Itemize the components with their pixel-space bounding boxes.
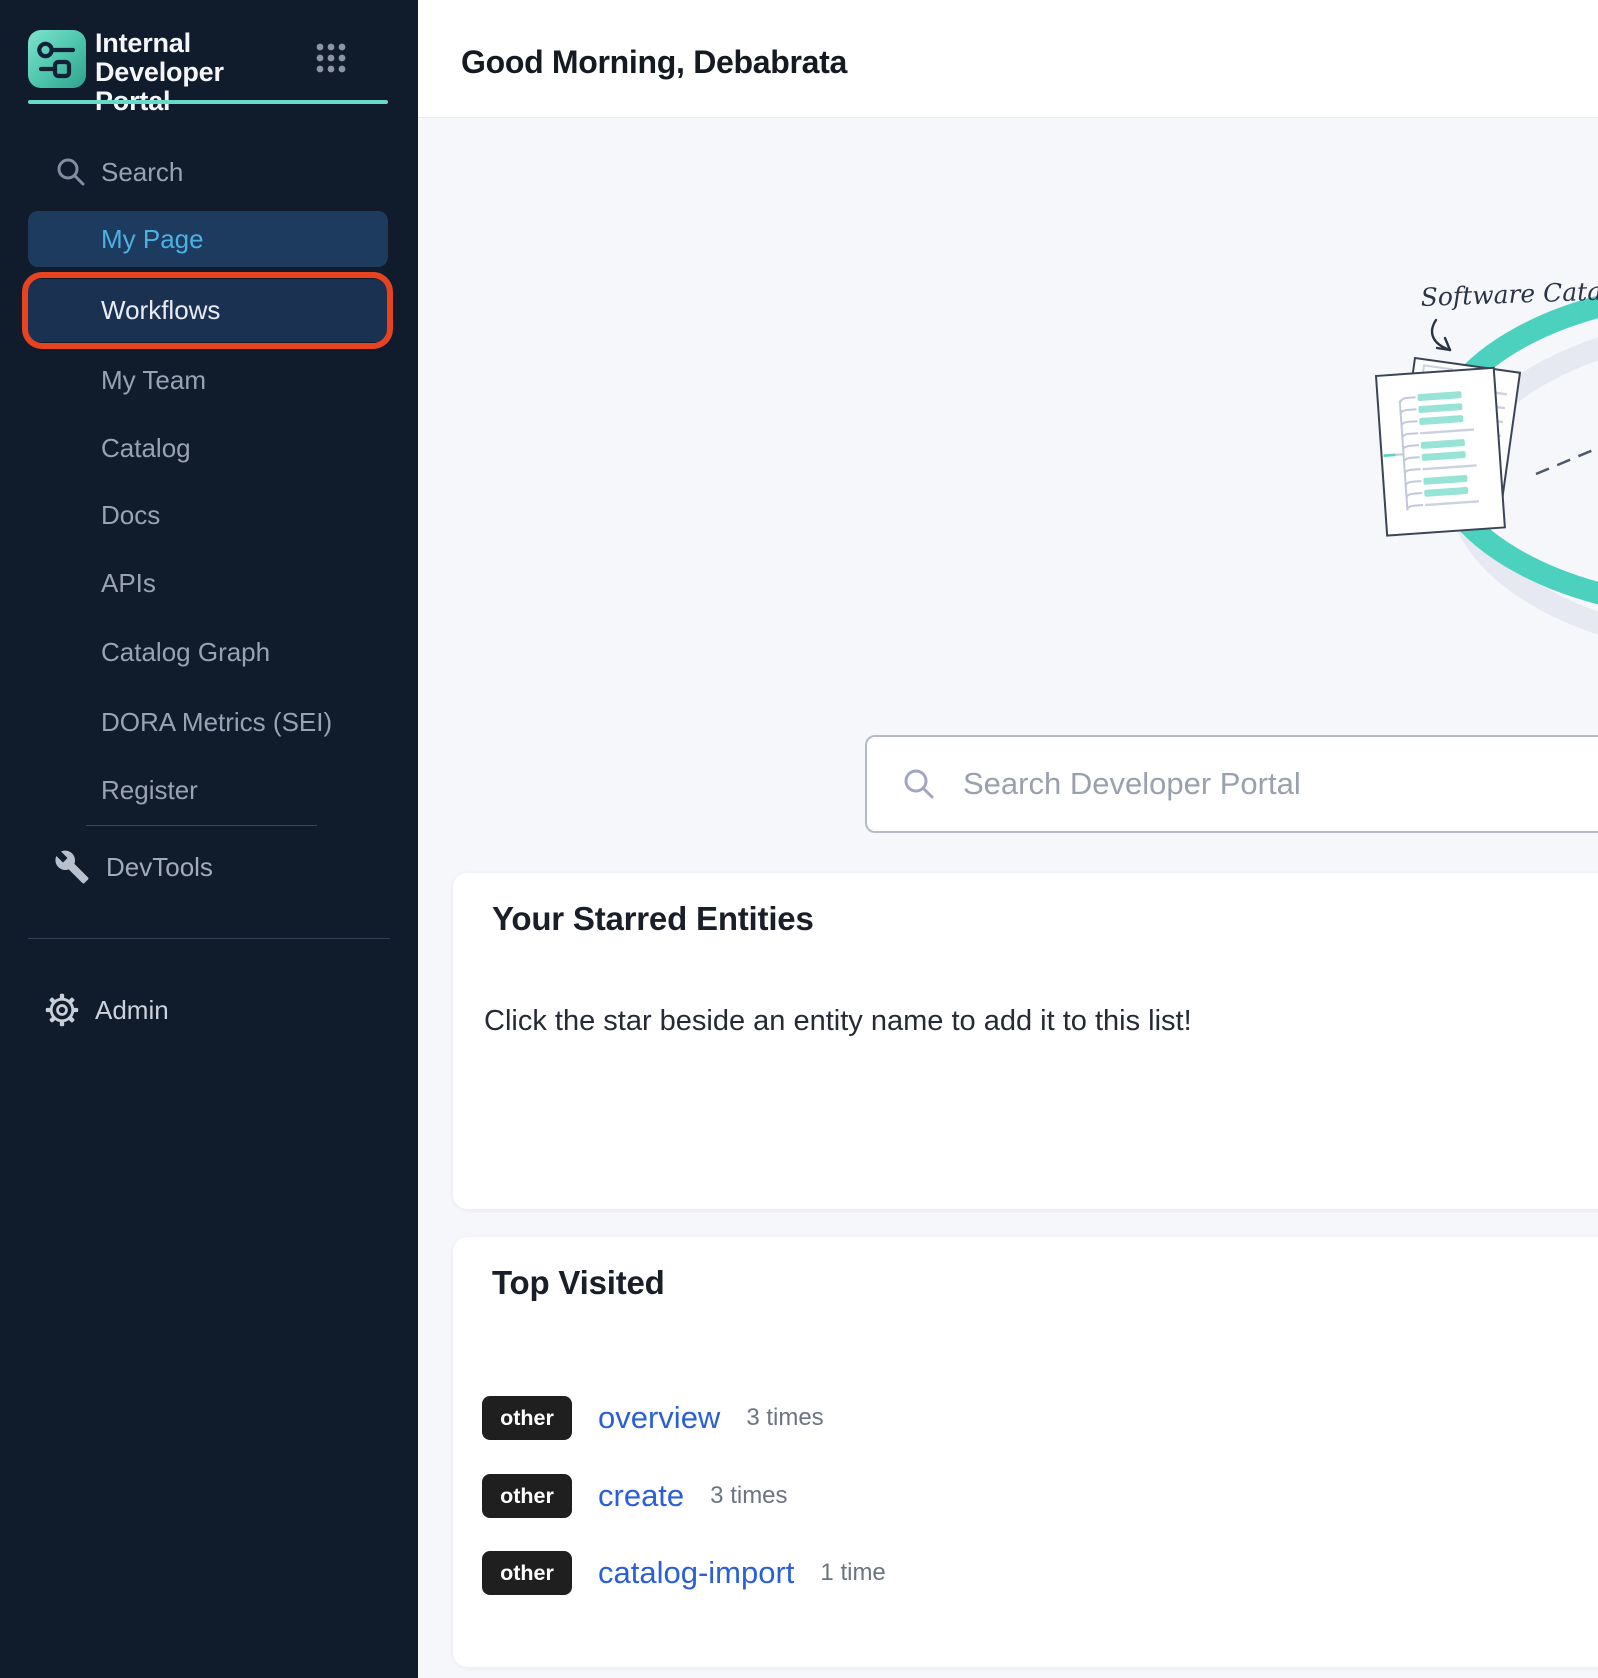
search-icon xyxy=(54,155,88,189)
sidebar-item-search[interactable]: Search xyxy=(28,144,388,200)
dashed-connector xyxy=(1536,448,1598,474)
sidebar-item-catalog[interactable]: Catalog xyxy=(28,420,388,476)
sidebar-item-label: Workflows xyxy=(101,295,220,326)
top-visited-title: Top Visited xyxy=(492,1264,665,1302)
sidebar-item-devtools[interactable]: DevTools xyxy=(28,839,388,895)
sidebar-item-dora-metrics[interactable]: DORA Metrics (SEI) xyxy=(28,694,388,750)
teal-ring xyxy=(1435,290,1598,610)
sidebar-item-label: Catalog Graph xyxy=(101,637,270,668)
starred-entities-empty-message: Click the star beside an entity name to … xyxy=(484,1005,1192,1038)
visit-count: 3 times xyxy=(710,1482,787,1510)
sidebar-item-my-team[interactable]: My Team xyxy=(28,352,388,408)
starred-entities-card: Your Starred Entities Click the star bes… xyxy=(453,873,1598,1209)
visit-count: 3 times xyxy=(746,1404,823,1432)
app-logo[interactable] xyxy=(28,30,86,88)
visit-count: 1 time xyxy=(820,1559,885,1587)
starred-entities-title: Your Starred Entities xyxy=(492,900,814,938)
sidebar-section-divider xyxy=(28,938,390,939)
top-visited-row: other catalog-import 1 time xyxy=(482,1551,886,1595)
sidebar-item-label: DevTools xyxy=(106,852,213,883)
app-title-line1: Internal Developer xyxy=(95,29,315,87)
search-icon xyxy=(901,766,937,802)
sidebar-item-admin[interactable]: Admin xyxy=(28,982,388,1038)
sidebar-divider xyxy=(86,825,317,826)
sidebar-item-my-page[interactable]: My Page xyxy=(28,211,388,267)
kind-badge: other xyxy=(482,1396,572,1440)
sidebar: Internal Developer Portal Search My Page… xyxy=(0,0,418,1678)
arrow-icon xyxy=(1432,320,1450,350)
sidebar-accent-rule xyxy=(28,100,388,104)
kind-badge: other xyxy=(482,1551,572,1595)
top-visited-row: other create 3 times xyxy=(482,1474,788,1518)
illustration-caption: Software Catalog xyxy=(1420,275,1598,312)
entity-link-overview[interactable]: overview xyxy=(598,1400,720,1436)
wrench-icon xyxy=(54,849,90,885)
software-catalog-illustration: Software Catalog xyxy=(418,118,1598,818)
sidebar-item-workflows[interactable]: Workflows xyxy=(28,279,388,342)
sidebar-item-label: My Team xyxy=(101,365,206,396)
sidebar-item-label: Catalog xyxy=(101,433,191,464)
sidebar-item-label: Register xyxy=(101,775,198,806)
sidebar-item-register[interactable]: Register xyxy=(28,762,388,818)
greeting-title: Good Morning, Debabrata xyxy=(461,44,847,81)
toggles-logo-icon xyxy=(28,30,86,88)
sidebar-item-label: Search xyxy=(101,157,183,188)
top-visited-row: other overview 3 times xyxy=(482,1396,824,1440)
portal-search xyxy=(865,735,1598,833)
catalog-paper-front xyxy=(1376,368,1505,536)
top-visited-card: Top Visited other overview 3 times other… xyxy=(453,1237,1598,1667)
page-header: Good Morning, Debabrata xyxy=(418,0,1598,118)
sidebar-item-label: My Page xyxy=(101,224,204,255)
sidebar-item-apis[interactable]: APIs xyxy=(28,555,388,611)
entity-link-catalog-import[interactable]: catalog-import xyxy=(598,1555,794,1591)
main-content: Software Catalog xyxy=(418,118,1598,1678)
kind-badge: other xyxy=(482,1474,572,1518)
sidebar-item-label: Admin xyxy=(95,995,169,1026)
ring-shadow xyxy=(1458,324,1598,648)
portal-search-input[interactable] xyxy=(961,765,1525,803)
apps-grid-icon[interactable] xyxy=(316,43,346,73)
sidebar-item-catalog-graph[interactable]: Catalog Graph xyxy=(28,624,388,680)
sidebar-item-label: Docs xyxy=(101,500,160,531)
entity-link-create[interactable]: create xyxy=(598,1478,684,1514)
main-area: Good Morning, Debabrata Software Catalog xyxy=(418,0,1598,1678)
gear-icon xyxy=(44,992,80,1028)
sidebar-item-label: APIs xyxy=(101,568,156,599)
catalog-paper-back xyxy=(1394,358,1520,519)
sidebar-item-docs[interactable]: Docs xyxy=(28,487,388,543)
sidebar-item-label: DORA Metrics (SEI) xyxy=(101,707,332,738)
